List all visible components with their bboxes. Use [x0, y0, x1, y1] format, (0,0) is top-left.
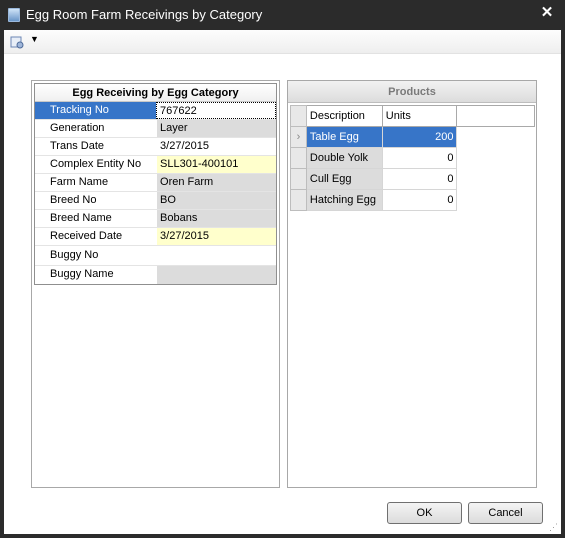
- cancel-button[interactable]: Cancel: [468, 502, 543, 524]
- field-label: Buggy No: [35, 246, 157, 265]
- buggy-no-input[interactable]: [156, 246, 276, 265]
- product-units-cell[interactable]: 0: [381, 147, 458, 169]
- table-row[interactable]: Cull Egg 0: [290, 168, 535, 190]
- product-description-cell[interactable]: Table Egg: [305, 126, 383, 148]
- property-grid: Egg Receiving by Egg Category Tracking N…: [34, 83, 277, 285]
- field-label: Complex Entity No: [35, 156, 157, 173]
- field-label: Received Date: [35, 228, 157, 245]
- product-description-cell[interactable]: Double Yolk: [305, 147, 383, 169]
- product-units-cell[interactable]: 200: [381, 126, 458, 148]
- products-header-row: Description Units: [290, 105, 535, 127]
- table-row[interactable]: › Table Egg 200: [290, 126, 535, 148]
- column-header-units[interactable]: Units: [381, 105, 458, 127]
- field-farm-name[interactable]: Farm Name Oren Farm: [35, 174, 276, 192]
- generation-value[interactable]: Layer: [156, 120, 276, 137]
- ok-button[interactable]: OK: [387, 502, 462, 524]
- field-label: Farm Name: [35, 174, 157, 191]
- field-tracking-no[interactable]: Tracking No 767622: [35, 102, 276, 120]
- egg-receiving-panel: Egg Receiving by Egg Category Tracking N…: [31, 80, 280, 488]
- products-panel-title: Products: [288, 81, 536, 103]
- property-grid-header: Egg Receiving by Egg Category: [35, 84, 276, 102]
- field-breed-name[interactable]: Breed Name Bobans: [35, 210, 276, 228]
- field-buggy-no[interactable]: Buggy No: [35, 246, 276, 266]
- resize-grip-icon[interactable]: ⋰: [549, 522, 559, 532]
- row-header-corner: [290, 105, 307, 127]
- field-label: Generation: [35, 120, 157, 137]
- farm-name-value[interactable]: Oren Farm: [156, 174, 276, 191]
- field-received-date[interactable]: Received Date 3/27/2015: [35, 228, 276, 246]
- app-icon: [8, 8, 20, 22]
- product-units-cell[interactable]: 0: [381, 168, 458, 190]
- column-header-filler: [456, 105, 535, 127]
- field-label: Tracking No: [35, 102, 157, 119]
- product-units-cell[interactable]: 0: [381, 189, 458, 211]
- table-row[interactable]: Double Yolk 0: [290, 147, 535, 169]
- trans-date-input[interactable]: 3/27/2015: [156, 138, 276, 155]
- settings-menu-icon[interactable]: [10, 35, 24, 49]
- field-label: Trans Date: [35, 138, 157, 155]
- received-date-input[interactable]: 3/27/2015: [156, 228, 276, 245]
- field-generation[interactable]: Generation Layer: [35, 120, 276, 138]
- dialog-body: ▼ Egg Receiving by Egg Category Tracking…: [4, 30, 561, 534]
- field-label: Breed Name: [35, 210, 157, 227]
- row-header[interactable]: [290, 189, 307, 211]
- field-label: Breed No: [35, 192, 157, 209]
- toolbar: ▼: [4, 30, 561, 54]
- breed-no-value[interactable]: BO: [156, 192, 276, 209]
- products-grid: Description Units › Table Egg 200 Double…: [290, 105, 535, 211]
- chevron-down-icon[interactable]: ▼: [30, 34, 39, 44]
- products-panel: Products Description Units › Table Egg 2…: [287, 80, 537, 488]
- title-bar: Egg Room Farm Receivings by Category ✕: [0, 0, 565, 30]
- field-trans-date[interactable]: Trans Date 3/27/2015: [35, 138, 276, 156]
- buggy-name-value[interactable]: [156, 266, 276, 284]
- row-header[interactable]: [290, 168, 307, 190]
- field-label: Buggy Name: [35, 266, 157, 284]
- current-row-indicator-icon[interactable]: ›: [290, 126, 307, 148]
- product-description-cell[interactable]: Cull Egg: [305, 168, 383, 190]
- table-row[interactable]: Hatching Egg 0: [290, 189, 535, 211]
- close-icon[interactable]: ✕: [539, 4, 555, 22]
- field-buggy-name[interactable]: Buggy Name: [35, 266, 276, 284]
- column-header-description[interactable]: Description: [305, 105, 383, 127]
- dialog-window: Egg Room Farm Receivings by Category ✕ ▼…: [0, 0, 565, 538]
- product-description-cell[interactable]: Hatching Egg: [305, 189, 383, 211]
- tracking-no-input[interactable]: 767622: [156, 102, 276, 119]
- row-header[interactable]: [290, 147, 307, 169]
- field-complex-entity-no[interactable]: Complex Entity No SLL301-400101: [35, 156, 276, 174]
- window-title: Egg Room Farm Receivings by Category: [26, 7, 263, 22]
- field-breed-no[interactable]: Breed No BO: [35, 192, 276, 210]
- breed-name-value[interactable]: Bobans: [156, 210, 276, 227]
- complex-entity-no-input[interactable]: SLL301-400101: [156, 156, 276, 173]
